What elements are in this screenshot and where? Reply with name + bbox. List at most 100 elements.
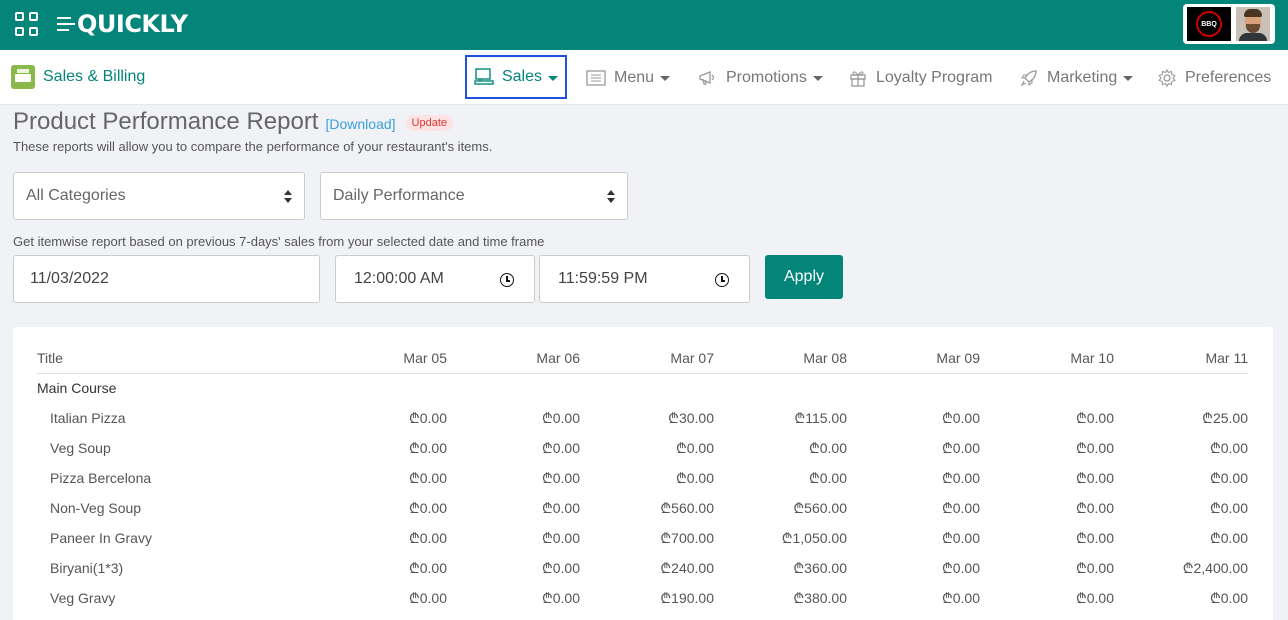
brand[interactable]: Sales & Billing: [11, 65, 145, 89]
date-input[interactable]: 11/03/2022: [13, 255, 320, 303]
table-cell: ₾0.00: [941, 499, 980, 516]
table-row: Veg Soup ₾0.00 ₾0.00 ₾0.00 ₾0.00 ₾0.00 ₾…: [37, 433, 1248, 463]
table-cell: ₾700.00: [660, 529, 714, 546]
nav-marketing[interactable]: Marketing: [1019, 50, 1134, 105]
page-title: Product Performance Report: [13, 108, 319, 135]
table-cell: ₾0.00: [541, 439, 580, 456]
table-cell: ₾30.00: [668, 409, 714, 426]
table-cell: ₾0.00: [675, 439, 714, 456]
table-cell: ₾0.00: [941, 559, 980, 576]
nav-bar: Sales & Billing Sales Menu Promotions Lo…: [0, 50, 1288, 105]
item-name: Veg Soup: [50, 440, 111, 456]
table-cell: ₾0.00: [541, 559, 580, 576]
table-cell: ₾115.00: [794, 409, 847, 426]
group-name: Main Course: [37, 380, 117, 397]
table-row: Pizza Bercelona ₾0.00 ₾0.00 ₾0.00 ₾0.00 …: [37, 463, 1248, 493]
pos-terminal-icon: [474, 68, 494, 86]
brand-label: Sales & Billing: [43, 68, 146, 85]
chevron-down-icon: [660, 76, 671, 81]
table-cell: ₾25.00: [1202, 409, 1248, 426]
download-link[interactable]: [Download]: [325, 116, 395, 132]
table-cell: ₾0.00: [408, 589, 447, 606]
table-cell: ₾0.00: [541, 499, 580, 516]
account-box[interactable]: BBQ: [1183, 4, 1275, 44]
item-name: Veg Gravy: [50, 590, 116, 606]
table-group-row: Main Course: [37, 373, 1248, 403]
clock-icon[interactable]: [715, 273, 729, 287]
table-cell: ₾0.00: [1075, 409, 1114, 426]
table-cell: ₾1,050.00: [781, 529, 847, 546]
table-row: Veg Gravy ₾0.00 ₾0.00 ₾190.00 ₾380.00 ₾0…: [37, 583, 1248, 613]
column-header: Mar 10: [980, 343, 1114, 374]
table-row: Non-Veg Soup ₾0.00 ₾0.00 ₾560.00 ₾560.00…: [37, 493, 1248, 523]
end-time-value: 11:59:59 PM: [558, 270, 648, 287]
table-cell: ₾0.00: [541, 589, 580, 606]
table-cell: ₾0.00: [1075, 589, 1114, 606]
nav-loyalty-program[interactable]: Loyalty Program: [848, 50, 993, 105]
nav-loyalty-program-label: Loyalty Program: [876, 68, 993, 86]
item-name: Biryani(1*3): [50, 560, 124, 576]
date-range-hint: Get itemwise report based on previous 7-…: [13, 234, 545, 249]
item-name: Non-Veg Soup: [50, 500, 142, 516]
select-arrows-icon: [284, 190, 292, 204]
column-header: Mar 06: [447, 343, 580, 374]
gear-icon: [1157, 68, 1177, 87]
nav-marketing-label: Marketing: [1047, 68, 1118, 86]
category-select-value: All Categories: [26, 187, 126, 204]
top-bar: QUICKLY BBQ: [0, 0, 1288, 50]
clock-icon[interactable]: [500, 273, 514, 287]
table-cell: ₾0.00: [941, 439, 980, 456]
nav-menu[interactable]: Menu: [586, 50, 671, 105]
table-cell: ₾0.00: [408, 439, 447, 456]
avatar[interactable]: [1236, 7, 1270, 41]
start-time-value: 12:00:00 AM: [354, 270, 444, 287]
nav-preferences[interactable]: Preferences: [1157, 50, 1271, 105]
table-cell: ₾0.00: [941, 529, 980, 546]
chevron-down-icon: [548, 75, 559, 81]
table-header-row: Title Mar 05 Mar 06 Mar 07 Mar 08 Mar 09…: [37, 343, 1248, 374]
nav-promotions-label: Promotions: [726, 68, 807, 86]
apps-grid-icon[interactable]: [15, 12, 39, 36]
table-cell: ₾0.00: [808, 469, 847, 486]
table-cell: ₾0.00: [675, 469, 714, 486]
table-cell: ₾360.00: [793, 559, 847, 576]
report-card: Title Mar 05 Mar 06 Mar 07 Mar 08 Mar 09…: [13, 327, 1273, 620]
table-row: Biryani(1*3) ₾0.00 ₾0.00 ₾240.00 ₾360.00…: [37, 553, 1248, 583]
table-cell: ₾0.00: [408, 409, 447, 426]
table-cell: ₾240.00: [660, 559, 714, 576]
table-cell: ₾190.00: [660, 589, 714, 606]
app-logo[interactable]: QUICKLY: [57, 9, 188, 39]
table-cell: ₾0.00: [1075, 529, 1114, 546]
table-cell: ₾0.00: [541, 409, 580, 426]
category-select[interactable]: All Categories: [13, 172, 305, 220]
start-time-input[interactable]: 12:00:00 AM: [335, 255, 535, 303]
report-table: Title Mar 05 Mar 06 Mar 07 Mar 08 Mar 09…: [37, 343, 1248, 613]
table-cell: ₾0.00: [1209, 499, 1248, 516]
apply-button[interactable]: Apply: [765, 255, 843, 299]
update-badge[interactable]: Update: [405, 115, 454, 131]
table-cell: ₾0.00: [541, 529, 580, 546]
column-header: Mar 07: [580, 343, 714, 374]
nav-sales[interactable]: Sales: [465, 55, 567, 99]
item-name: Pizza Bercelona: [50, 470, 152, 486]
performance-select[interactable]: Daily Performance: [320, 172, 628, 220]
column-header: Mar 05: [317, 343, 447, 374]
cash-register-icon: [11, 65, 35, 89]
end-time-input[interactable]: 11:59:59 PM: [539, 255, 750, 303]
table-row: Italian Pizza ₾0.00 ₾0.00 ₾30.00 ₾115.00…: [37, 403, 1248, 433]
table-cell: ₾0.00: [1075, 559, 1114, 576]
table-cell: ₾0.00: [1209, 439, 1248, 456]
app-logo-text: QUICKLY: [77, 10, 188, 38]
nav-promotions[interactable]: Promotions: [698, 50, 823, 105]
table-cell: ₾0.00: [408, 559, 447, 576]
rocket-icon: [1019, 69, 1039, 87]
restaurant-logo[interactable]: BBQ: [1187, 7, 1231, 41]
date-input-value: 11/03/2022: [30, 270, 109, 287]
table-cell: ₾0.00: [1075, 439, 1114, 456]
item-name: Paneer In Gravy: [50, 530, 152, 546]
table-cell: ₾0.00: [1209, 469, 1248, 486]
page-subtitle: These reports will allow you to compare …: [13, 139, 493, 154]
column-header: Mar 11: [1114, 343, 1248, 374]
restaurant-logo-text: BBQ: [1201, 20, 1217, 28]
column-header: Title: [37, 343, 317, 374]
